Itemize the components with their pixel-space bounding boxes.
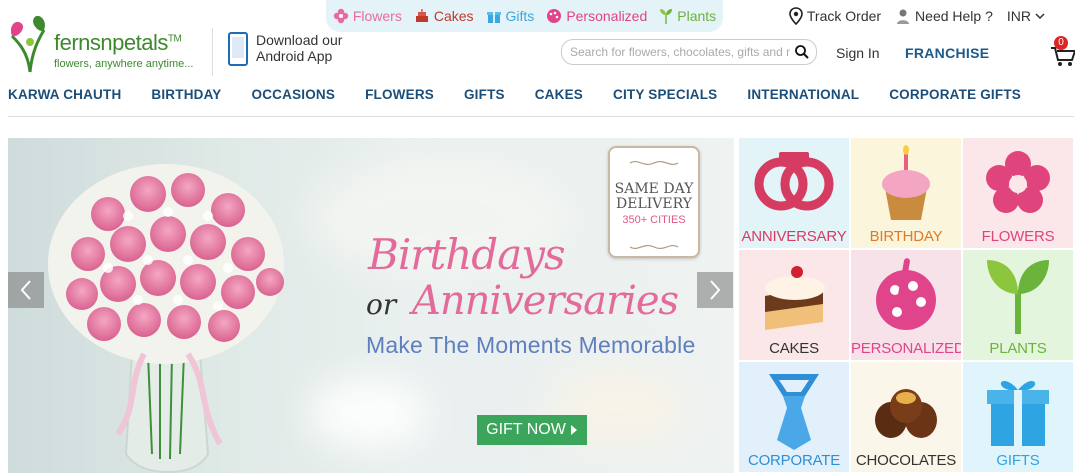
background-blur (308, 378, 428, 448)
logo-mark-icon (10, 15, 46, 73)
tile-label: GIFTS (996, 452, 1040, 469)
nav-item-gifts[interactable]: GIFTS (449, 87, 520, 102)
sign-in-link[interactable]: Sign In (836, 45, 880, 61)
nav-item-occasions[interactable]: OCCASIONS (237, 87, 351, 102)
nav-item-karwa-chauth[interactable]: KARWA CHAUTH (0, 87, 136, 102)
top-cat-personalized[interactable]: Personalized (546, 8, 647, 24)
nav-item-international[interactable]: INTERNATIONAL (732, 87, 874, 102)
nav-item-flowers[interactable]: FLOWERS (350, 87, 449, 102)
gift-box-icon (987, 381, 1049, 446)
main-nav: KARWA CHAUTH BIRTHDAY OCCASIONS FLOWERS … (0, 80, 1075, 108)
currency-selector[interactable]: INR (1007, 8, 1045, 24)
site-logo[interactable]: fernsnpetalsTM flowers, anywhere anytime… (8, 12, 208, 74)
carousel-next-button[interactable] (697, 272, 733, 308)
palette-icon (547, 9, 562, 23)
top-cat-label: Plants (677, 8, 717, 24)
top-cat-label: Gifts (505, 8, 535, 24)
rings-icon (754, 152, 834, 211)
top-cat-label: Personalized (566, 8, 648, 24)
tile-birthday[interactable]: BIRTHDAY (851, 138, 961, 248)
top-cat-plants[interactable]: Plants (659, 8, 716, 24)
chocolates-icon (875, 389, 937, 438)
franchise-link[interactable]: FRANCHISE (905, 45, 989, 61)
hero-banner[interactable]: SAME DAY DELIVERY 350+ CITIES Birthdays … (8, 138, 734, 473)
chevron-left-icon (20, 280, 31, 300)
nav-item-birthday[interactable]: BIRTHDAY (136, 87, 236, 102)
banner-headline-or: or (366, 288, 397, 321)
banner-subline: Make The Moments Memorable (366, 332, 696, 358)
android-app-promo[interactable]: Download our Android App (228, 32, 342, 66)
top-category-strip: Flowers Cakes Gifts Personalized Plants (326, 0, 723, 32)
tile-label: BIRTHDAY (869, 228, 943, 245)
plant-icon (987, 260, 1049, 334)
header-divider (212, 28, 213, 76)
tile-anniversary[interactable]: ANNIVERSARY (739, 138, 849, 248)
tile-cakes[interactable]: CAKES (739, 250, 849, 360)
tile-label: PERSONALIZED (851, 340, 961, 357)
tile-corporate[interactable]: CORPORATE (739, 362, 849, 472)
support-agent-icon (897, 9, 910, 24)
tile-chocolates[interactable]: CHOCOLATES (851, 362, 961, 472)
cupcake-icon (882, 145, 930, 220)
caret-right-icon (570, 425, 577, 435)
utility-bar: Track Order Need Help ? INR (789, 7, 1045, 25)
tile-label: CHOCOLATES (855, 452, 957, 469)
top-cat-label: Flowers (352, 8, 402, 24)
tile-label: CAKES (769, 340, 819, 357)
phone-icon (228, 32, 248, 66)
ornament-icon (629, 160, 679, 166)
banner-headline-secondary: Anniversaries (412, 278, 679, 324)
carousel-prev-button[interactable] (8, 272, 44, 308)
track-order-link[interactable]: Track Order (789, 7, 881, 25)
tile-label: PLANTS (989, 340, 1047, 357)
search-input[interactable] (570, 43, 790, 61)
chevron-right-icon (710, 280, 721, 300)
nav-divider (8, 116, 1074, 117)
top-cat-cakes[interactable]: Cakes (414, 8, 474, 24)
tile-label: ANNIVERSARY (741, 228, 847, 245)
chevron-down-icon (1035, 13, 1045, 20)
top-cat-gifts[interactable]: Gifts (486, 8, 535, 24)
search-box (561, 39, 817, 65)
tile-personalized[interactable]: PERSONALIZED (851, 250, 961, 360)
map-pin-icon (789, 7, 803, 25)
logo-tagline: flowers, anywhere anytime... (54, 58, 194, 70)
tile-label: FLOWERS (981, 228, 1055, 245)
ornament-icon (629, 244, 679, 250)
nav-item-corporate-gifts[interactable]: CORPORATE GIFTS (874, 87, 1036, 102)
search-icon[interactable] (794, 44, 810, 60)
gift-now-button[interactable]: GIFT NOW (477, 415, 587, 445)
flower-icon (333, 8, 349, 24)
app-promo-text: Download our Android App (256, 32, 343, 64)
nav-item-cakes[interactable]: CAKES (520, 87, 598, 102)
nav-item-city-specials[interactable]: CITY SPECIALS (598, 87, 732, 102)
top-cat-flowers[interactable]: Flowers (333, 8, 402, 24)
cake-icon (415, 9, 428, 22)
tie-icon (769, 374, 819, 450)
same-day-delivery-badge: SAME DAY DELIVERY 350+ CITIES (608, 146, 700, 258)
tile-flowers[interactable]: FLOWERS (963, 138, 1073, 248)
need-help-link[interactable]: Need Help ? (895, 8, 993, 24)
cake-slice-icon (765, 266, 825, 330)
flower-icon (986, 151, 1050, 213)
banner-headline: Birthdays (368, 230, 566, 279)
plant-icon (660, 9, 673, 24)
tile-gifts[interactable]: GIFTS (963, 362, 1073, 472)
category-grid: ANNIVERSARY BIRTHDAY FLOWERS CAKES PERSO… (739, 138, 1075, 473)
tile-plants[interactable]: PLANTS (963, 250, 1073, 360)
rose-bouquet-image (48, 164, 284, 473)
cart-count-badge: 0 (1054, 36, 1068, 50)
tile-label: CORPORATE (747, 452, 841, 469)
gift-icon (486, 12, 501, 23)
top-cat-label: Cakes (433, 8, 474, 24)
palette-icon (876, 258, 936, 330)
logo-wordmark: fernsnpetalsTM (54, 30, 182, 55)
